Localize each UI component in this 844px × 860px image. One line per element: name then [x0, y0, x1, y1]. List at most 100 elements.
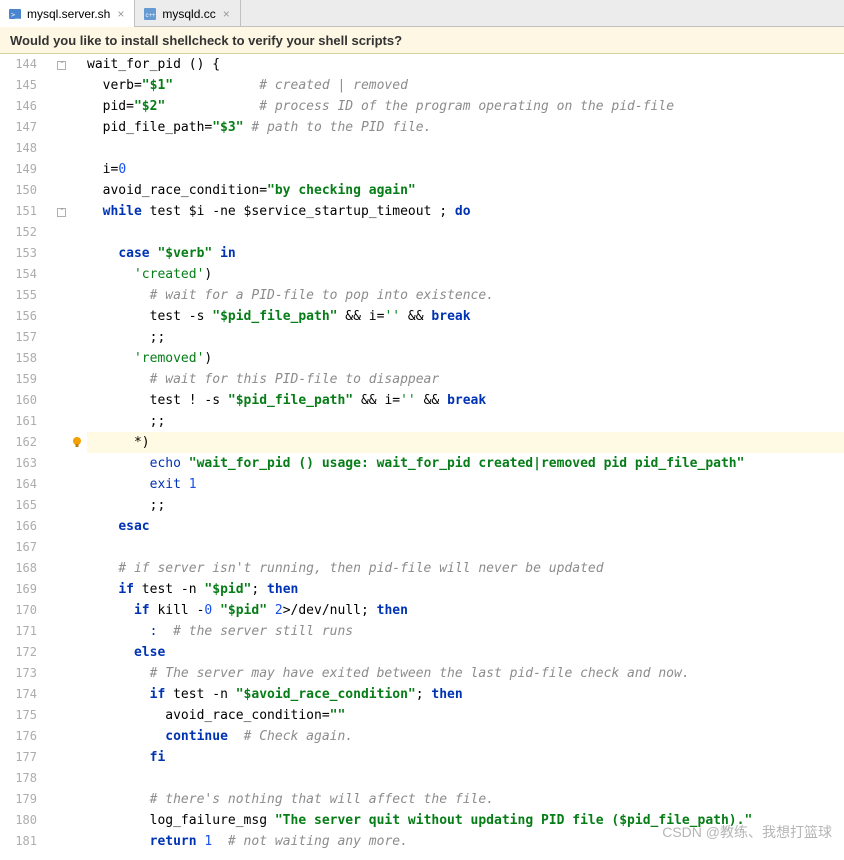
- code-line[interactable]: 'created'): [87, 264, 844, 285]
- token-kw: if: [134, 603, 150, 618]
- code-line[interactable]: 'removed'): [87, 348, 844, 369]
- token-str: "$1": [142, 78, 173, 93]
- code-line[interactable]: i=0: [87, 159, 844, 180]
- fold-spacer: [55, 663, 69, 684]
- code-line[interactable]: [87, 537, 844, 558]
- fold-spacer: [55, 75, 69, 96]
- token-op: [87, 834, 150, 849]
- code-line[interactable]: # there's nothing that will affect the f…: [87, 789, 844, 810]
- close-tab-icon[interactable]: ×: [221, 7, 232, 21]
- cpp-file-icon: c++: [143, 7, 157, 21]
- token-str: "$pid_file_path": [228, 393, 353, 408]
- line-number: 145: [0, 75, 55, 96]
- code-line[interactable]: if kill -0 "$pid" 2>/dev/null; then: [87, 600, 844, 621]
- code-line[interactable]: continue # Check again.: [87, 726, 844, 747]
- code-line[interactable]: if test -n "$avoid_race_condition"; then: [87, 684, 844, 705]
- lightbulb-icon[interactable]: [70, 435, 84, 449]
- code-line[interactable]: avoid_race_condition="": [87, 705, 844, 726]
- code-line[interactable]: [87, 138, 844, 159]
- fold-toggle[interactable]: [55, 54, 69, 75]
- close-tab-icon[interactable]: ×: [115, 7, 126, 21]
- code-line[interactable]: log_failure_msg "The server quit without…: [87, 810, 844, 831]
- gutter-icon-cell: [69, 705, 87, 726]
- token-op: &&: [353, 393, 384, 408]
- fold-spacer: [55, 327, 69, 348]
- install-shellcheck-banner[interactable]: Would you like to install shellcheck to …: [0, 27, 844, 54]
- token-op: ;;: [87, 498, 165, 513]
- gutter-icon-cell: [69, 810, 87, 831]
- token-cmt: # Check again.: [244, 729, 354, 744]
- token-op: -s: [181, 309, 212, 324]
- code-line[interactable]: fi: [87, 747, 844, 768]
- fold-spacer: [55, 537, 69, 558]
- token-kw: in: [220, 246, 236, 261]
- gutter-icon-cell: [69, 516, 87, 537]
- token-op: ): [204, 351, 212, 366]
- fold-spacer: [55, 180, 69, 201]
- token-op: &&: [337, 309, 368, 324]
- token-op: [228, 729, 244, 744]
- token-op: -n: [173, 582, 204, 597]
- code-line[interactable]: avoid_race_condition="by checking again": [87, 180, 844, 201]
- line-number: 172: [0, 642, 55, 663]
- banner-text: Would you like to install shellcheck to …: [10, 33, 402, 48]
- code-line[interactable]: # wait for a PID-file to pop into existe…: [87, 285, 844, 306]
- token-str: "$3": [212, 120, 243, 135]
- token-op: =: [126, 99, 134, 114]
- code-line[interactable]: verb="$1" # created | removed: [87, 75, 844, 96]
- code-line[interactable]: return 1 # not waiting any more.: [87, 831, 844, 852]
- gutter-icon-cell: [69, 747, 87, 768]
- token-str2: '': [384, 309, 400, 324]
- code-editor[interactable]: 1441451461471481491501511521531541551561…: [0, 54, 844, 860]
- code-line[interactable]: *): [87, 432, 844, 453]
- gutter-icon-cell: [69, 621, 87, 642]
- token-str: "$2": [134, 99, 165, 114]
- token-fn: kill: [157, 603, 188, 618]
- gutter-icon-cell: [69, 432, 87, 453]
- tab-mysqld-cc[interactable]: c++ mysqld.cc ×: [135, 0, 240, 27]
- code-line[interactable]: echo "wait_for_pid () usage: wait_for_pi…: [87, 453, 844, 474]
- tab-mysql-server-sh[interactable]: >_mysql.server.sh×: [0, 0, 135, 27]
- code-line[interactable]: # The server may have exited between the…: [87, 663, 844, 684]
- code-area[interactable]: wait_for_pid () { verb="$1" # created | …: [87, 54, 844, 860]
- code-line[interactable]: # if server isn't running, then pid-file…: [87, 558, 844, 579]
- code-line[interactable]: ;;: [87, 327, 844, 348]
- code-line[interactable]: while test $i -ne $service_startup_timeo…: [87, 201, 844, 222]
- code-line[interactable]: [87, 768, 844, 789]
- line-number: 171: [0, 621, 55, 642]
- code-line[interactable]: # wait for this PID-file to disappear: [87, 369, 844, 390]
- token-str: "wait_for_pid () usage: wait_for_pid cre…: [189, 456, 745, 471]
- gutter-icon-cell: [69, 768, 87, 789]
- fold-spacer: [55, 138, 69, 159]
- code-line[interactable]: : # the server still runs: [87, 621, 844, 642]
- fold-spacer: [55, 96, 69, 117]
- code-line[interactable]: wait_for_pid () {: [87, 54, 844, 75]
- code-line[interactable]: pid_file_path="$3" # path to the PID fil…: [87, 117, 844, 138]
- fold-spacer: [55, 348, 69, 369]
- code-line[interactable]: ;;: [87, 411, 844, 432]
- token-op: [142, 204, 150, 219]
- gutter-icon-cell: [69, 684, 87, 705]
- tab-label: mysqld.cc: [162, 7, 215, 21]
- code-line[interactable]: test -s "$pid_file_path" && i='' && brea…: [87, 306, 844, 327]
- token-str: "$verb": [157, 246, 212, 261]
- token-op: [87, 288, 150, 303]
- code-line[interactable]: test ! -s "$pid_file_path" && i='' && br…: [87, 390, 844, 411]
- token-str: "by checking again": [267, 183, 416, 198]
- code-line[interactable]: if test -n "$pid"; then: [87, 579, 844, 600]
- token-kw: while: [103, 204, 142, 219]
- fold-spacer: [55, 747, 69, 768]
- code-line[interactable]: ;;: [87, 495, 844, 516]
- code-line[interactable]: pid="$2" # process ID of the program ope…: [87, 96, 844, 117]
- fold-spacer: [55, 306, 69, 327]
- code-line[interactable]: [87, 222, 844, 243]
- token-kw: fi: [150, 750, 166, 765]
- code-line[interactable]: esac: [87, 516, 844, 537]
- fold-spacer: [55, 117, 69, 138]
- code-line[interactable]: case "$verb" in: [87, 243, 844, 264]
- code-line[interactable]: else: [87, 642, 844, 663]
- fold-toggle[interactable]: [55, 201, 69, 222]
- line-number: 169: [0, 579, 55, 600]
- code-line[interactable]: exit 1: [87, 474, 844, 495]
- token-fn: log_failure_msg: [150, 813, 267, 828]
